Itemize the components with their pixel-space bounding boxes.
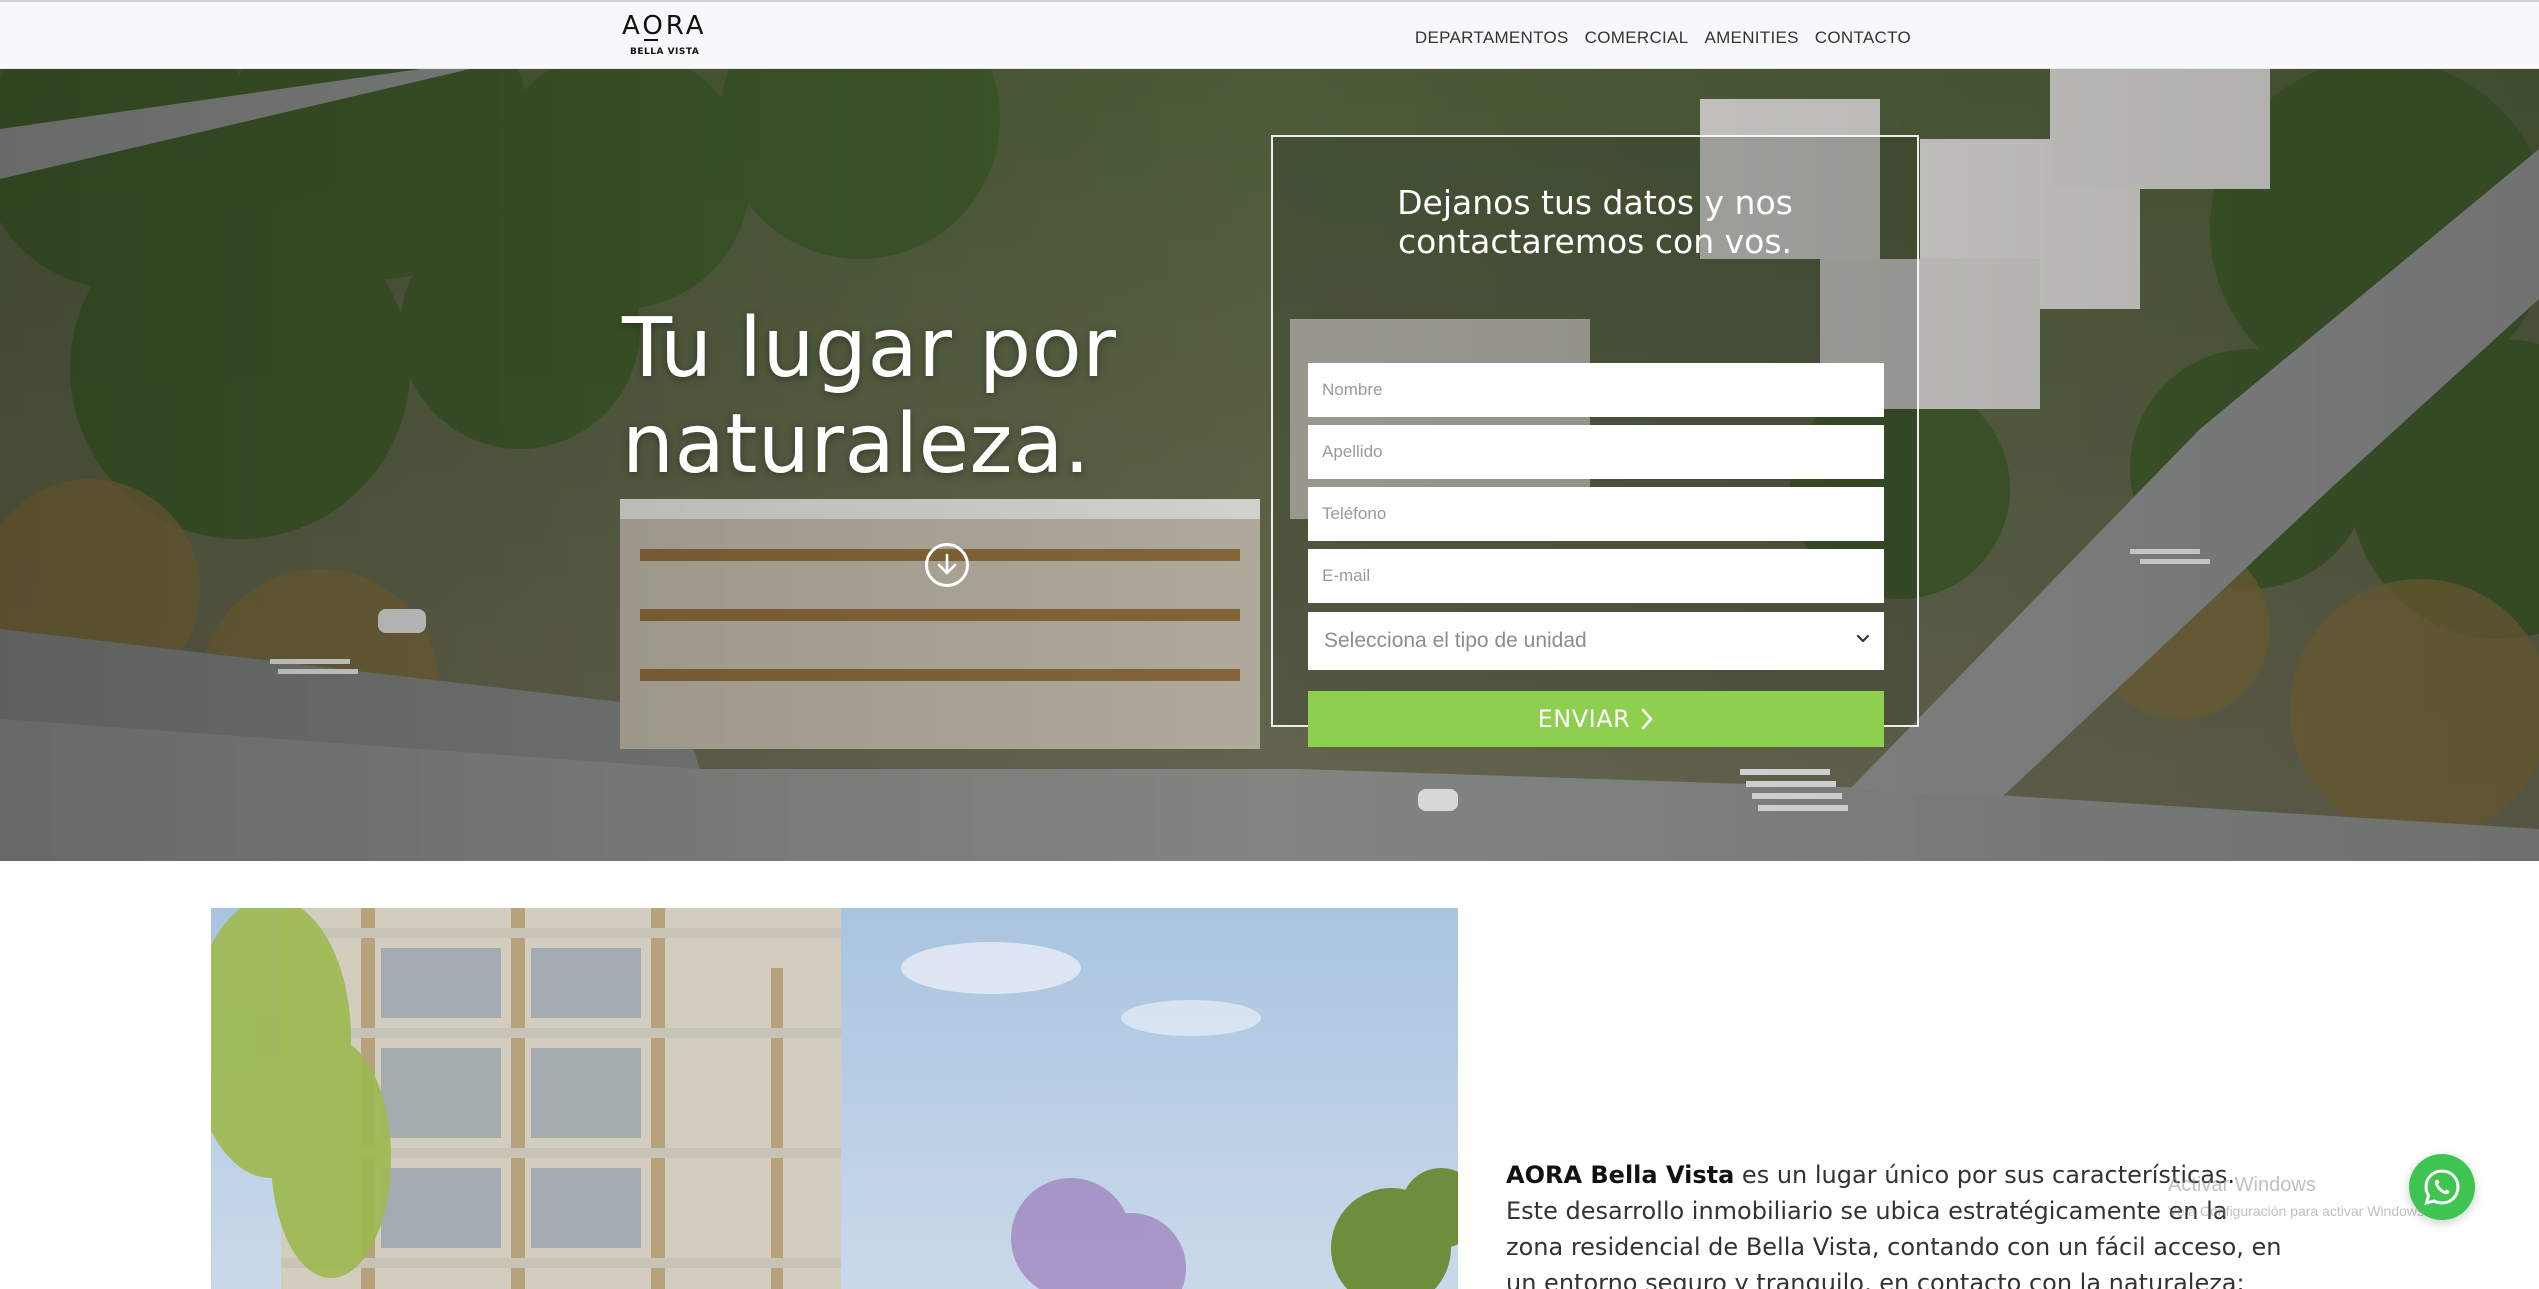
arrow-down-icon xyxy=(937,553,957,575)
chevron-right-icon xyxy=(1642,708,1653,730)
enviar-button[interactable]: ENVIAR xyxy=(1308,691,1884,747)
logo-wordmark: AORA xyxy=(622,11,707,41)
logo-subtitle: BELLA VISTA xyxy=(630,47,700,57)
enviar-button-label: ENVIAR xyxy=(1537,705,1631,733)
contact-form: Dejanos tus datos y nos contactaremos co… xyxy=(1271,135,1919,747)
nav-contacto[interactable]: CONTACTO xyxy=(1815,28,1911,48)
apellido-field[interactable] xyxy=(1308,425,1884,479)
whatsapp-icon xyxy=(2424,1169,2460,1206)
nav-comercial[interactable]: COMERCIAL xyxy=(1585,28,1689,48)
scroll-down-button[interactable] xyxy=(925,543,969,587)
chevron-down-icon xyxy=(1856,634,1870,643)
building-render-image xyxy=(211,908,1458,1289)
unit-type-select[interactable]: Selecciona el tipo de unidad xyxy=(1308,612,1884,670)
telefono-field[interactable] xyxy=(1308,487,1884,541)
main-nav: DEPARTAMENTOS COMERCIAL AMENITIES CONTAC… xyxy=(1415,28,1911,48)
nav-amenities[interactable]: AMENITIES xyxy=(1704,28,1798,48)
windows-activation-watermark: Activar Windows Ve a Configuración para … xyxy=(2168,1174,2428,1219)
watermark-subtitle: Ve a Configuración para activar Windows. xyxy=(2168,1203,2428,1219)
whatsapp-chat-button[interactable] xyxy=(2409,1154,2475,1220)
nombre-field[interactable] xyxy=(1308,363,1884,417)
email-field[interactable] xyxy=(1308,549,1884,603)
watermark-title: Activar Windows xyxy=(2168,1174,2316,1196)
unit-type-select-value: Selecciona el tipo de unidad xyxy=(1324,629,1587,652)
aora-logo[interactable]: AORA BELLA VISTA xyxy=(622,12,722,62)
about-brand-name: AORA Bella Vista xyxy=(1506,1161,1735,1189)
logo-dash xyxy=(644,39,658,41)
nav-departamentos[interactable]: DEPARTAMENTOS xyxy=(1415,28,1569,48)
hero-headline-line1: Tu lugar por xyxy=(622,301,1117,396)
building-render-graphic xyxy=(211,908,1458,1289)
hero-headline-line2: naturaleza. xyxy=(622,397,1091,492)
hero-headline: Tu lugar por naturaleza. xyxy=(622,301,1322,493)
top-navbar: AORA BELLA VISTA DEPARTAMENTOS COMERCIAL… xyxy=(0,0,2539,69)
form-title: Dejanos tus datos y nos contactaremos co… xyxy=(1397,183,1793,261)
hero-section: Tu lugar por naturaleza. Dejanos tus dat… xyxy=(0,69,2539,861)
